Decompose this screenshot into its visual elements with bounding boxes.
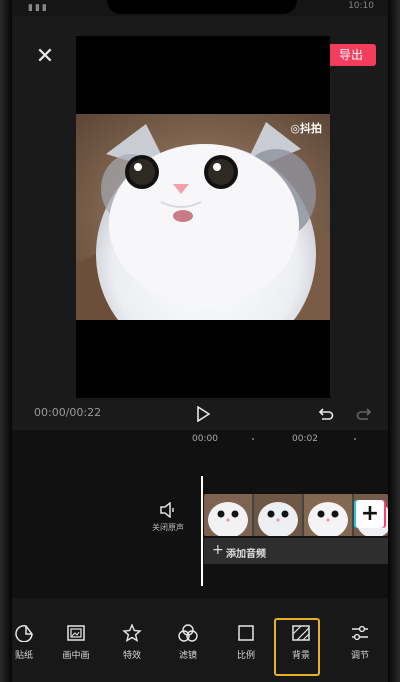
ratio-icon <box>238 625 254 641</box>
ruler-tick <box>252 438 254 440</box>
playback-timecode: 00:00/00:22 <box>34 406 102 419</box>
playback-bar: 00:00/00:22 <box>12 398 388 430</box>
clip-thumbnail <box>204 494 252 536</box>
add-clip-button[interactable]: + <box>356 500 384 528</box>
sticker-icon <box>15 625 33 642</box>
mute-original-audio-button[interactable]: 关闭原声 <box>146 502 190 533</box>
tool-label: 比例 <box>236 651 255 661</box>
tool-ratio[interactable]: 比例 <box>222 624 270 661</box>
video-watermark: ◎抖拍 <box>290 122 322 135</box>
close-icon[interactable]: ✕ <box>34 46 56 68</box>
undo-icon[interactable] <box>318 406 334 422</box>
picture-in-picture-icon <box>67 625 85 641</box>
status-bar: ▮▮▮ 10:10 <box>12 0 388 16</box>
selected-tool-highlight <box>274 618 320 676</box>
tool-effects[interactable]: 特效 <box>108 624 156 661</box>
redo-icon[interactable] <box>356 406 372 422</box>
export-button[interactable]: 导出 <box>326 44 376 66</box>
video-preview[interactable]: ◎抖拍 <box>76 36 330 398</box>
phone-bezel-left <box>0 0 12 682</box>
tool-label: 贴纸 <box>14 651 33 661</box>
add-audio-label: 添加音频 <box>226 549 266 560</box>
status-time: 10:10 <box>348 1 374 11</box>
camera-notch <box>107 0 297 14</box>
clip-thumbnail <box>254 494 302 536</box>
phone-frame: ▮▮▮ 10:10 ✕ 导出 ◎抖拍 00:00/00:22 00:00 00:… <box>0 0 400 682</box>
tool-label: 滤镜 <box>178 651 197 661</box>
effects-star-icon <box>122 624 142 642</box>
tool-picture-in-picture[interactable]: 画中画 <box>52 624 100 661</box>
editor-screen: ▮▮▮ 10:10 ✕ 导出 ◎抖拍 00:00/00:22 00:00 00:… <box>12 0 388 682</box>
bottom-toolbar: 贴纸 画中画 特效 滤镜 比例 背景 调节 <box>12 598 388 682</box>
tool-label: 特效 <box>122 651 141 661</box>
signal-indicator: ▮▮▮ <box>28 3 49 13</box>
tool-label: 调节 <box>350 651 369 661</box>
adjust-icon <box>352 625 368 641</box>
mute-label: 关闭原声 <box>152 523 184 532</box>
phone-bezel-right <box>388 0 400 682</box>
add-audio-button[interactable]: + 添加音频 <box>204 538 388 564</box>
timeline-playhead[interactable] <box>201 476 203 586</box>
filter-icon <box>178 624 198 642</box>
play-icon[interactable] <box>196 405 211 423</box>
timeline-area[interactable]: 00:00 00:02 关闭原声 + + 添加音频 <box>12 430 388 598</box>
plus-icon: + <box>212 542 224 558</box>
tool-label: 画中画 <box>62 651 90 661</box>
ruler-time-label: 00:00 <box>192 434 218 444</box>
tool-adjust[interactable]: 调节 <box>336 624 384 661</box>
video-frame-cat: ◎抖拍 <box>76 114 330 320</box>
ruler-time-label: 00:02 <box>292 434 318 444</box>
tool-sticker[interactable]: 贴纸 <box>12 624 48 661</box>
tool-filter[interactable]: 滤镜 <box>164 624 212 661</box>
ruler-tick <box>354 438 356 440</box>
clip-thumbnail <box>304 494 352 536</box>
speaker-icon <box>160 502 174 518</box>
